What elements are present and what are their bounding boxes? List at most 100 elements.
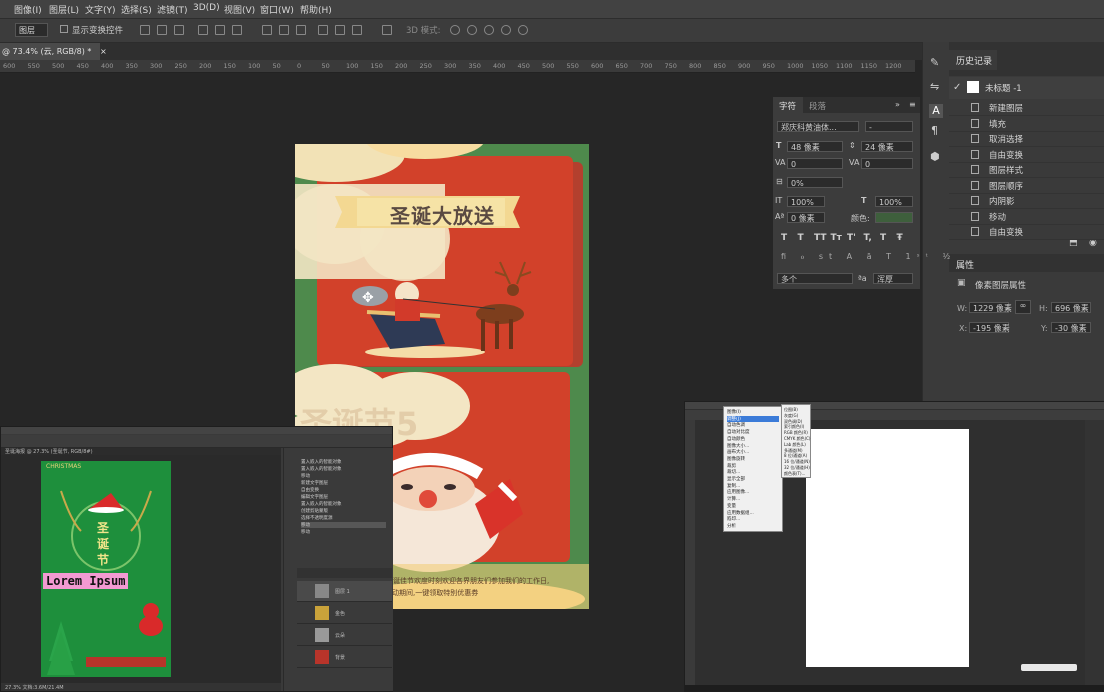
image-menu-item[interactable]: 分析 — [727, 523, 736, 529]
auto-select-dropdown[interactable]: 图层 — [15, 23, 48, 37]
history-item[interactable]: 图层顺序 — [949, 178, 1104, 194]
kerning-field[interactable]: 0 — [787, 158, 843, 169]
left-history-item[interactable]: 移动 — [301, 473, 386, 479]
align-bottom-icon[interactable] — [174, 25, 184, 35]
font-size-field[interactable]: 48 像素 — [787, 141, 843, 152]
left-layer-row[interactable]: 背景 — [297, 647, 392, 668]
distribute-left-icon[interactable] — [318, 25, 328, 35]
image-menu-item[interactable]: 显示全部 — [727, 476, 745, 482]
height-field[interactable]: 696 像素 — [1051, 302, 1091, 313]
align-left-icon[interactable] — [198, 25, 208, 35]
tab-character[interactable]: 字符 — [773, 97, 803, 113]
distribute-right-icon[interactable] — [352, 25, 362, 35]
3d-scale-icon[interactable] — [518, 25, 528, 35]
image-menu-item[interactable]: 应用数据组... — [727, 510, 754, 516]
show-transform-checkbox[interactable] — [60, 25, 68, 33]
vscale-field[interactable]: 100% — [787, 196, 825, 207]
left-screenshot-window[interactable]: 圣诞海报 @ 27.3% (圣诞节, RGB/8#) CHRISTMAS 圣 诞… — [0, 426, 393, 692]
image-menu-item[interactable]: 图像(I) — [727, 409, 741, 415]
menu-select[interactable]: 选择(S) — [121, 3, 152, 16]
left-layer-row[interactable]: 图层 1 — [297, 581, 392, 602]
close-tab-icon[interactable]: × — [100, 47, 107, 56]
adjust-icon[interactable]: ⇋ — [930, 80, 942, 93]
history-snapshot[interactable]: ✓ 未标题 -1 — [949, 77, 1104, 99]
document-tab[interactable]: @ 73.4% (云, RGB/8) * × — [0, 43, 107, 60]
left-history-item[interactable]: 移动 — [301, 529, 386, 535]
image-menu-item[interactable]: 图像旋转 — [727, 456, 745, 462]
history-item[interactable]: 新建图层 — [949, 100, 1104, 116]
language-dropdown[interactable]: 多个 — [777, 273, 853, 284]
tab-paragraph[interactable]: 段落 — [809, 100, 826, 112]
history-item[interactable]: 填充 — [949, 116, 1104, 132]
align-hcenter-icon[interactable] — [215, 25, 225, 35]
type-style-button[interactable]: TT — [814, 233, 827, 243]
history-item[interactable]: 内阴影 — [949, 193, 1104, 209]
align-right-icon[interactable] — [232, 25, 242, 35]
distribute-hcenter-icon[interactable] — [335, 25, 345, 35]
align-top-icon[interactable] — [140, 25, 150, 35]
left-history-item[interactable]: 选择不透明度源 — [301, 515, 386, 521]
opentype-buttons[interactable]: ﬁ ℴ st A ā T 1ˢᵗ ½ — [781, 252, 950, 264]
image-menu-item[interactable]: 应用图像... — [727, 489, 749, 495]
left-history-item[interactable]: 置入嵌入的智能对象 — [301, 466, 386, 472]
history-item[interactable]: 取消选择 — [949, 131, 1104, 147]
link-icon[interactable]: ∞ — [1015, 300, 1031, 314]
type-style-button[interactable]: T' — [847, 233, 856, 243]
distribute-vcenter-icon[interactable] — [279, 25, 289, 35]
tsume-field[interactable]: 0% — [787, 177, 843, 188]
type-style-button[interactable]: T — [880, 233, 886, 243]
image-menu-item[interactable]: 陷印... — [727, 516, 740, 522]
distribute-bottom-icon[interactable] — [296, 25, 306, 35]
menu-help[interactable]: 帮助(H) — [300, 3, 332, 16]
image-menu-item[interactable]: 自动颜色 — [727, 436, 745, 442]
left-history-item[interactable]: 新建文字图层 — [301, 480, 386, 486]
image-menu-item[interactable]: 调整(J) — [727, 415, 779, 422]
menu-3d[interactable]: 3D(D) — [193, 3, 220, 13]
menu-image[interactable]: 图像(I) — [14, 3, 42, 16]
menu-window[interactable]: 窗口(W) — [260, 3, 294, 16]
menu-type[interactable]: 文字(Y) — [85, 3, 116, 16]
menu-filter[interactable]: 滤镜(T) — [157, 3, 188, 16]
panel-menu-icon[interactable]: ≡ — [909, 100, 916, 109]
left-history-item[interactable]: 编辑文字图层 — [301, 494, 386, 500]
character-panel-icon[interactable]: A — [929, 104, 943, 118]
paragraph-panel-icon[interactable]: ¶ — [931, 124, 943, 137]
type-style-button[interactable]: Ŧ — [897, 233, 903, 243]
antialias-dropdown[interactable]: 浑厚 — [873, 273, 913, 284]
image-menu-dropdown[interactable]: 图像(I) 调整(J) 自动色调 自动对比度 自动颜色 图像大小... 画布大小... 图像旋… — [723, 406, 783, 532]
type-style-button[interactable]: Tт — [831, 233, 842, 243]
right-screenshot-window[interactable]: 图像(I) 调整(J) 自动色调 自动对比度 自动颜色 图像大小... 画布大小... 图像旋… — [684, 401, 1104, 692]
menu-view[interactable]: 视图(V) — [224, 3, 255, 16]
font-family-dropdown[interactable]: 郑庆科黄油体... — [777, 121, 859, 132]
image-menu-item[interactable]: 裁剪 — [727, 463, 736, 469]
expand-icon[interactable]: » — [895, 100, 900, 109]
history-item[interactable]: 图层样式 — [949, 162, 1104, 178]
x-field[interactable]: -195 像素 — [969, 322, 1010, 333]
hscale-field[interactable]: 100% — [875, 196, 913, 207]
menu-layer[interactable]: 图层(L) — [49, 3, 79, 16]
mode-submenu[interactable]: 位图(B) 灰度(G) 双色调(D) 索引颜色(I) RGB 颜色(R) CMYK 颜色(… — [781, 404, 811, 478]
image-menu-item[interactable]: 自动对比度 — [727, 429, 750, 435]
tab-history[interactable]: 历史记录 — [949, 50, 997, 70]
brush-icon[interactable]: ✎ — [930, 56, 942, 69]
distribute-top-icon[interactable] — [262, 25, 272, 35]
align-vcenter-icon[interactable] — [157, 25, 167, 35]
type-style-button[interactable]: T, — [864, 233, 872, 243]
type-style-button[interactable]: T — [781, 233, 787, 243]
image-menu-item[interactable]: 图像大小... — [727, 443, 749, 449]
image-menu-item[interactable]: 画布大小... — [727, 449, 749, 455]
history-item[interactable]: 自由变换 — [949, 147, 1104, 163]
history-item[interactable]: 移动 — [949, 209, 1104, 225]
3d-cube-icon[interactable]: ⬢ — [930, 150, 942, 163]
left-history-item[interactable]: 置入嵌入的智能对象 — [301, 501, 386, 507]
y-field[interactable]: -30 像素 — [1051, 322, 1091, 333]
font-style-dropdown[interactable]: - — [865, 121, 913, 132]
color-swatch[interactable] — [875, 212, 913, 223]
left-layer-row[interactable]: 云朵 — [297, 625, 392, 646]
history-item[interactable]: 自由变换 — [949, 224, 1104, 240]
image-menu-item[interactable]: 计算... — [727, 496, 740, 502]
left-layer-row[interactable]: 金色 — [297, 603, 392, 624]
3d-rotate-icon[interactable] — [450, 25, 460, 35]
mode-submenu-item[interactable]: 颜色表(T)... — [784, 471, 805, 477]
width-field[interactable]: 1229 像素 — [969, 302, 1012, 313]
